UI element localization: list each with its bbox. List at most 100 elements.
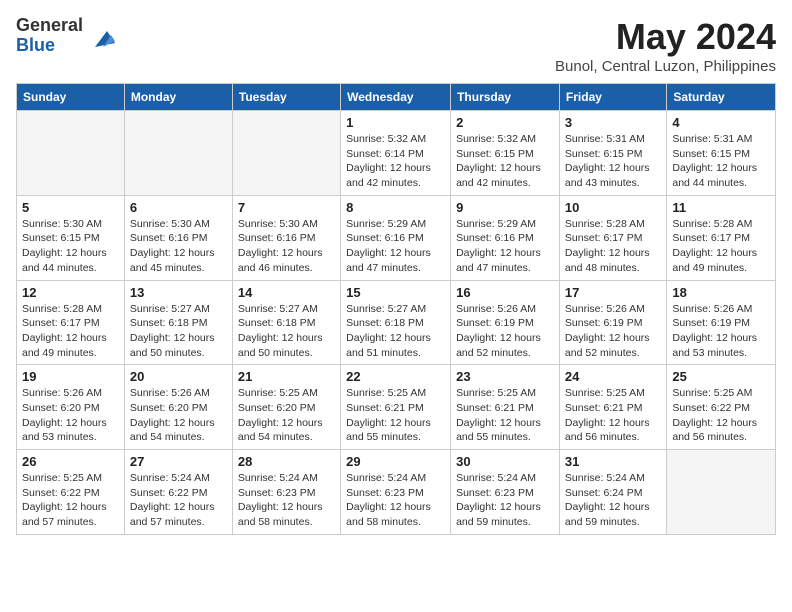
calendar-week-row-3: 12 Sunrise: 5:28 AM Sunset: 6:17 PM Dayli… <box>17 280 776 365</box>
day-number: 27 <box>130 454 227 469</box>
day-info: Sunrise: 5:25 AM Sunset: 6:20 PM Dayligh… <box>238 386 335 445</box>
day-number: 22 <box>346 369 445 384</box>
day-number: 6 <box>130 200 227 215</box>
calendar-cell <box>17 111 125 196</box>
day-number: 11 <box>672 200 770 215</box>
day-info: Sunrise: 5:26 AM Sunset: 6:20 PM Dayligh… <box>130 386 227 445</box>
calendar-cell: 25 Sunrise: 5:25 AM Sunset: 6:22 PM Dayli… <box>667 365 776 450</box>
day-number: 28 <box>238 454 335 469</box>
day-number: 26 <box>22 454 119 469</box>
calendar-cell: 8 Sunrise: 5:29 AM Sunset: 6:16 PM Daylig… <box>341 195 451 280</box>
day-number: 14 <box>238 285 335 300</box>
calendar-week-row-4: 19 Sunrise: 5:26 AM Sunset: 6:20 PM Dayli… <box>17 365 776 450</box>
calendar-table: SundayMondayTuesdayWednesdayThursdayFrid… <box>16 83 776 535</box>
calendar-week-row-1: 1Sunrise: 5:32 AM Sunset: 6:14 PM Daylig… <box>17 111 776 196</box>
day-info: Sunrise: 5:32 AM Sunset: 6:14 PM Dayligh… <box>346 132 445 191</box>
day-number: 13 <box>130 285 227 300</box>
location: Bunol, Central Luzon, Philippines <box>555 58 776 75</box>
day-number: 3 <box>565 115 661 130</box>
calendar-cell: 28 Sunrise: 5:24 AM Sunset: 6:23 PM Dayli… <box>232 450 340 535</box>
day-number: 2 <box>456 115 554 130</box>
day-number: 18 <box>672 285 770 300</box>
weekday-header-tuesday: Tuesday <box>232 84 340 111</box>
day-info: Sunrise: 5:31 AM Sunset: 6:15 PM Dayligh… <box>565 132 661 191</box>
calendar-cell: 6Sunrise: 5:30 AM Sunset: 6:16 PM Daylig… <box>124 195 232 280</box>
day-info: Sunrise: 5:30 AM Sunset: 6:16 PM Dayligh… <box>238 217 335 276</box>
calendar-cell: 26 Sunrise: 5:25 AM Sunset: 6:22 PM Dayli… <box>17 450 125 535</box>
day-info: Sunrise: 5:25 AM Sunset: 6:21 PM Dayligh… <box>456 386 554 445</box>
calendar-cell: 1Sunrise: 5:32 AM Sunset: 6:14 PM Daylig… <box>341 111 451 196</box>
calendar-cell: 27Sunrise: 5:24 AM Sunset: 6:22 PM Dayli… <box>124 450 232 535</box>
day-info: Sunrise: 5:24 AM Sunset: 6:23 PM Dayligh… <box>346 471 445 530</box>
weekday-header-row: SundayMondayTuesdayWednesdayThursdayFrid… <box>17 84 776 111</box>
day-info: Sunrise: 5:27 AM Sunset: 6:18 PM Dayligh… <box>130 302 227 361</box>
day-info: Sunrise: 5:25 AM Sunset: 6:21 PM Dayligh… <box>565 386 661 445</box>
day-number: 4 <box>672 115 770 130</box>
day-number: 24 <box>565 369 661 384</box>
calendar-week-row-2: 5Sunrise: 5:30 AM Sunset: 6:15 PM Daylig… <box>17 195 776 280</box>
day-number: 19 <box>22 369 119 384</box>
calendar-cell: 19 Sunrise: 5:26 AM Sunset: 6:20 PM Dayli… <box>17 365 125 450</box>
calendar-cell: 7 Sunrise: 5:30 AM Sunset: 6:16 PM Daylig… <box>232 195 340 280</box>
day-number: 21 <box>238 369 335 384</box>
calendar-cell: 31 Sunrise: 5:24 AM Sunset: 6:24 PM Dayli… <box>559 450 666 535</box>
day-info: Sunrise: 5:26 AM Sunset: 6:19 PM Dayligh… <box>456 302 554 361</box>
day-number: 29 <box>346 454 445 469</box>
page-header: General Blue May 2024 Bunol, Central Luz… <box>16 16 776 75</box>
calendar-cell: 20 Sunrise: 5:26 AM Sunset: 6:20 PM Dayli… <box>124 365 232 450</box>
calendar-cell: 23 Sunrise: 5:25 AM Sunset: 6:21 PM Dayli… <box>451 365 560 450</box>
logo: General Blue <box>16 16 115 56</box>
day-number: 15 <box>346 285 445 300</box>
day-info: Sunrise: 5:25 AM Sunset: 6:22 PM Dayligh… <box>672 386 770 445</box>
day-number: 7 <box>238 200 335 215</box>
day-info: Sunrise: 5:27 AM Sunset: 6:18 PM Dayligh… <box>238 302 335 361</box>
calendar-cell: 24 Sunrise: 5:25 AM Sunset: 6:21 PM Dayli… <box>559 365 666 450</box>
calendar-cell: 12 Sunrise: 5:28 AM Sunset: 6:17 PM Dayli… <box>17 280 125 365</box>
calendar-cell: 30Sunrise: 5:24 AM Sunset: 6:23 PM Dayli… <box>451 450 560 535</box>
day-number: 25 <box>672 369 770 384</box>
day-info: Sunrise: 5:26 AM Sunset: 6:20 PM Dayligh… <box>22 386 119 445</box>
day-number: 30 <box>456 454 554 469</box>
calendar-cell <box>667 450 776 535</box>
weekday-header-friday: Friday <box>559 84 666 111</box>
calendar-cell: 22 Sunrise: 5:25 AM Sunset: 6:21 PM Dayli… <box>341 365 451 450</box>
day-number: 9 <box>456 200 554 215</box>
calendar-cell: 10 Sunrise: 5:28 AM Sunset: 6:17 PM Dayli… <box>559 195 666 280</box>
day-info: Sunrise: 5:31 AM Sunset: 6:15 PM Dayligh… <box>672 132 770 191</box>
day-number: 23 <box>456 369 554 384</box>
calendar-cell: 2 Sunrise: 5:32 AM Sunset: 6:15 PM Daylig… <box>451 111 560 196</box>
day-info: Sunrise: 5:25 AM Sunset: 6:22 PM Dayligh… <box>22 471 119 530</box>
day-number: 10 <box>565 200 661 215</box>
logo-blue-text: Blue <box>16 36 83 56</box>
day-info: Sunrise: 5:28 AM Sunset: 6:17 PM Dayligh… <box>672 217 770 276</box>
calendar-cell <box>124 111 232 196</box>
calendar-week-row-5: 26 Sunrise: 5:25 AM Sunset: 6:22 PM Dayli… <box>17 450 776 535</box>
calendar-cell: 14 Sunrise: 5:27 AM Sunset: 6:18 PM Dayli… <box>232 280 340 365</box>
day-info: Sunrise: 5:32 AM Sunset: 6:15 PM Dayligh… <box>456 132 554 191</box>
day-info: Sunrise: 5:24 AM Sunset: 6:23 PM Dayligh… <box>238 471 335 530</box>
day-info: Sunrise: 5:26 AM Sunset: 6:19 PM Dayligh… <box>672 302 770 361</box>
day-number: 31 <box>565 454 661 469</box>
day-number: 8 <box>346 200 445 215</box>
calendar-cell: 11 Sunrise: 5:28 AM Sunset: 6:17 PM Dayli… <box>667 195 776 280</box>
calendar-cell: 3 Sunrise: 5:31 AM Sunset: 6:15 PM Daylig… <box>559 111 666 196</box>
calendar-cell: 29 Sunrise: 5:24 AM Sunset: 6:23 PM Dayli… <box>341 450 451 535</box>
day-number: 12 <box>22 285 119 300</box>
day-info: Sunrise: 5:29 AM Sunset: 6:16 PM Dayligh… <box>346 217 445 276</box>
weekday-header-sunday: Sunday <box>17 84 125 111</box>
day-info: Sunrise: 5:28 AM Sunset: 6:17 PM Dayligh… <box>565 217 661 276</box>
calendar-cell: 17Sunrise: 5:26 AM Sunset: 6:19 PM Dayli… <box>559 280 666 365</box>
calendar-cell: 4 Sunrise: 5:31 AM Sunset: 6:15 PM Daylig… <box>667 111 776 196</box>
day-info: Sunrise: 5:24 AM Sunset: 6:24 PM Dayligh… <box>565 471 661 530</box>
day-info: Sunrise: 5:28 AM Sunset: 6:17 PM Dayligh… <box>22 302 119 361</box>
logo-general-text: General <box>16 16 83 36</box>
day-info: Sunrise: 5:30 AM Sunset: 6:15 PM Dayligh… <box>22 217 119 276</box>
weekday-header-wednesday: Wednesday <box>341 84 451 111</box>
day-info: Sunrise: 5:25 AM Sunset: 6:21 PM Dayligh… <box>346 386 445 445</box>
logo-icon <box>87 23 115 51</box>
day-number: 20 <box>130 369 227 384</box>
day-info: Sunrise: 5:26 AM Sunset: 6:19 PM Dayligh… <box>565 302 661 361</box>
calendar-cell <box>232 111 340 196</box>
calendar-cell: 13 Sunrise: 5:27 AM Sunset: 6:18 PM Dayli… <box>124 280 232 365</box>
day-info: Sunrise: 5:29 AM Sunset: 6:16 PM Dayligh… <box>456 217 554 276</box>
